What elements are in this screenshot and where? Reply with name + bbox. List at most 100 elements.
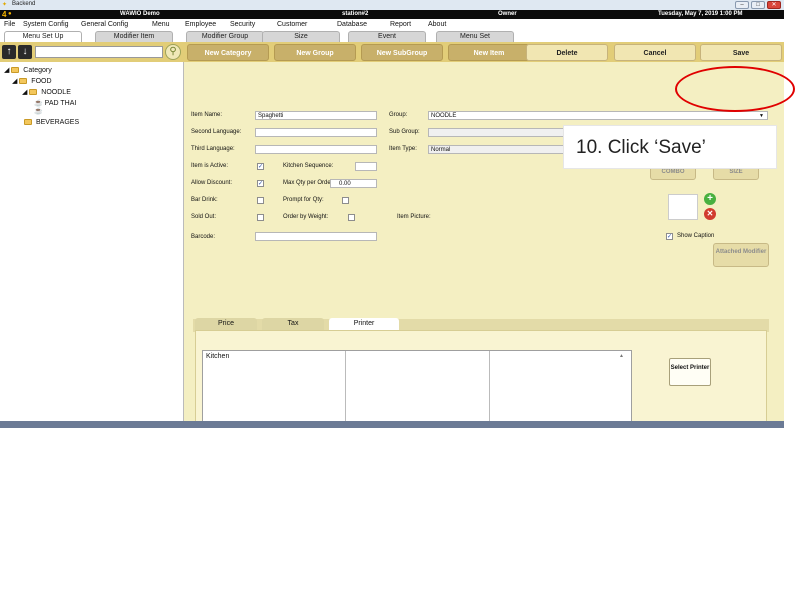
instruction-callout: 10. Click ‘Save’ xyxy=(563,125,777,169)
scroll-up-icon[interactable]: ▲ xyxy=(619,353,624,359)
menu-about[interactable]: About xyxy=(428,19,446,30)
menu-menu[interactable]: Menu xyxy=(152,19,170,30)
order-weight-label: Order by Weight: xyxy=(283,214,329,220)
new-group-button[interactable]: New Group xyxy=(274,44,356,61)
third-language-label: Third Language: xyxy=(191,146,235,152)
menu-bar: File System Config General Config Menu E… xyxy=(0,19,784,30)
group-select[interactable]: NOODLE ▼ xyxy=(428,111,768,120)
save-button[interactable]: Save xyxy=(700,44,782,61)
second-language-label: Second Language: xyxy=(191,129,242,135)
menu-report[interactable]: Report xyxy=(390,19,411,30)
printer-kitchen[interactable]: Kitchen xyxy=(206,353,229,360)
menu-file[interactable]: File xyxy=(4,19,15,30)
sub-group-label: Sub Group: xyxy=(389,129,420,135)
folder-icon xyxy=(29,89,38,96)
max-qty-input[interactable]: 0.00 xyxy=(330,179,377,188)
tab-price[interactable]: Price xyxy=(195,318,257,330)
expand-icon[interactable]: ◢ xyxy=(22,89,27,96)
minimize-button[interactable]: – xyxy=(735,1,749,9)
max-qty-label: Max Qty per Order: xyxy=(283,180,335,186)
menu-system-config[interactable]: System Config xyxy=(23,19,69,30)
tab-menu-set[interactable]: Menu Set xyxy=(436,31,514,42)
item-picture-label: Item Picture: xyxy=(397,214,431,220)
tab-printer[interactable]: Printer xyxy=(329,318,399,330)
item-active-label: Item is Active: xyxy=(191,163,229,169)
barcode-input[interactable] xyxy=(255,232,377,241)
printer-list: Kitchen ▲ xyxy=(202,350,632,428)
column-divider xyxy=(489,351,490,428)
show-caption-checkbox[interactable]: ✓ xyxy=(666,233,673,240)
expand-icon[interactable]: ◢ xyxy=(12,78,17,85)
menu-general-config[interactable]: General Config xyxy=(81,19,128,30)
cancel-button[interactable]: Cancel xyxy=(614,44,696,61)
attached-modifier-button[interactable]: Attached Modifier xyxy=(713,243,769,267)
tab-size[interactable]: Size xyxy=(262,31,340,42)
group-label: Group: xyxy=(389,112,408,118)
select-printer-button[interactable]: Select Printer xyxy=(669,358,711,386)
third-language-input[interactable] xyxy=(255,145,377,154)
kitchen-sequence-input[interactable] xyxy=(355,162,377,171)
tree-item-category[interactable]: ◢ Category xyxy=(4,66,52,74)
folder-icon xyxy=(19,78,28,85)
item-active-checkbox[interactable]: ✓ xyxy=(257,163,264,170)
page-margin xyxy=(784,0,800,428)
header-bar: 4 ● WAWIO Demo station#2 Owner Tuesday, … xyxy=(0,10,784,19)
app-window: ✦ Backend – □ ✕ 4 ● WAWIO Demo station#2… xyxy=(0,0,784,428)
search-icon[interactable]: ⚲ xyxy=(165,44,181,60)
bar-drink-label: Bar Drink: xyxy=(191,197,218,203)
menu-item-icon: ☕ xyxy=(34,100,43,107)
bar-drink-checkbox[interactable] xyxy=(257,197,264,204)
brand-logo-mark: ● xyxy=(8,11,12,17)
tree-item-pad-thai[interactable]: ☕ PAD THAI xyxy=(34,99,76,107)
menu-employee[interactable]: Employee xyxy=(185,19,216,30)
tab-modifier-group[interactable]: Modifier Group xyxy=(186,31,264,42)
tab-tax[interactable]: Tax xyxy=(262,318,324,330)
item-type-select[interactable]: Normal xyxy=(428,145,568,154)
tab-row: Menu Set Up Modifier Item Modifier Group… xyxy=(0,30,784,42)
maximize-button[interactable]: □ xyxy=(751,1,765,9)
item-picture-thumbnail[interactable] xyxy=(668,194,698,220)
app-icon: ✦ xyxy=(2,2,8,8)
menu-database[interactable]: Database xyxy=(337,19,367,30)
move-down-icon[interactable]: ↓ xyxy=(18,45,32,59)
move-up-icon[interactable]: ↑ xyxy=(2,45,16,59)
item-type-label: Item Type: xyxy=(389,146,417,152)
kitchen-sequence-label: Kitchen Sequence: xyxy=(283,163,334,169)
sold-out-label: Sold Out: xyxy=(191,214,217,220)
tab-menu-set-up[interactable]: Menu Set Up xyxy=(4,31,82,42)
tree-item-food[interactable]: ◢ FOOD xyxy=(12,77,52,85)
folder-icon xyxy=(24,119,32,126)
allow-discount-label: Allow Discount: xyxy=(191,180,233,186)
category-tree: ◢ Category ◢ FOOD ◢ NOODLE ☕ PAD THAI ☕ … xyxy=(0,62,184,428)
prompt-qty-checkbox[interactable] xyxy=(342,197,349,204)
sub-group-select[interactable] xyxy=(428,128,568,137)
barcode-label: Barcode: xyxy=(191,234,216,240)
item-name-input[interactable]: Spaghetti xyxy=(255,111,377,120)
new-subgroup-button[interactable]: New SubGroup xyxy=(361,44,443,61)
expand-icon[interactable]: ◢ xyxy=(4,67,9,74)
new-item-button[interactable]: New Item xyxy=(448,44,530,61)
add-picture-icon[interactable]: + xyxy=(704,193,716,205)
new-category-button[interactable]: New Category xyxy=(187,44,269,61)
order-weight-checkbox[interactable] xyxy=(348,214,355,221)
tree-search-input[interactable] xyxy=(35,46,163,58)
sold-out-checkbox[interactable] xyxy=(257,214,264,221)
tree-item-noodle[interactable]: ◢ NOODLE xyxy=(22,88,71,96)
menu-security[interactable]: Security xyxy=(230,19,255,30)
delete-button[interactable]: Delete xyxy=(526,44,608,61)
item-name-label: Item Name: xyxy=(191,112,223,118)
tree-item-beverages[interactable]: BEVERAGES xyxy=(24,119,79,126)
second-language-input[interactable] xyxy=(255,128,377,137)
menu-customer[interactable]: Customer xyxy=(277,19,307,30)
close-button[interactable]: ✕ xyxy=(767,1,781,9)
tab-modifier-item[interactable]: Modifier Item xyxy=(95,31,173,42)
remove-picture-icon[interactable]: ✕ xyxy=(704,208,716,220)
toolbar: ↑ ↓ ⚲ New Category New Group New SubGrou… xyxy=(0,42,784,62)
station-name: station#2 xyxy=(342,11,369,17)
brand-logo: 4 xyxy=(2,10,7,19)
column-divider xyxy=(345,351,346,428)
title-bar: ✦ Backend – □ ✕ xyxy=(0,0,784,10)
tab-event[interactable]: Event xyxy=(348,31,426,42)
menu-item-icon: ☕ xyxy=(34,108,43,115)
allow-discount-checkbox[interactable]: ✓ xyxy=(257,180,264,187)
